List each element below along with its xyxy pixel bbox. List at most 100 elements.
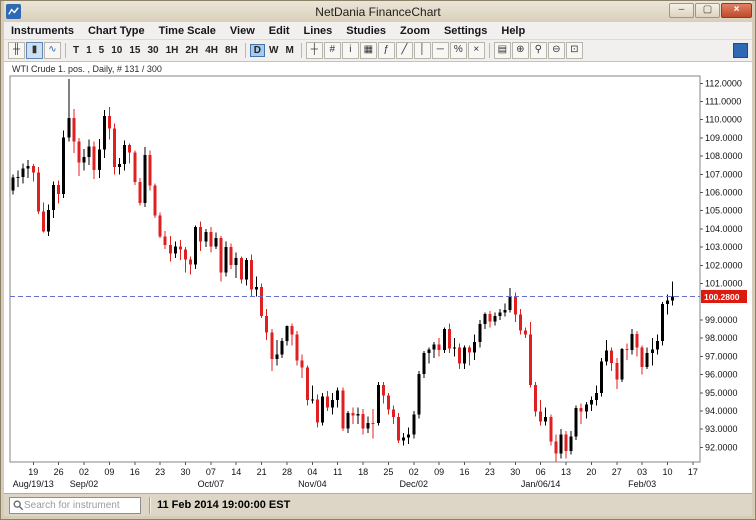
timeframe-1-button[interactable]: 1 — [83, 44, 95, 57]
candle-body — [585, 404, 588, 411]
candle-body — [661, 304, 664, 341]
vertical-line-icon[interactable]: │ — [414, 42, 431, 59]
y-axis-label: 98.0000 — [705, 333, 738, 343]
application-window: NetDania FinanceChart – ▢ × InstrumentsC… — [0, 0, 756, 520]
horizontal-line-icon[interactable]: ─ — [432, 42, 449, 59]
candle-body — [595, 393, 598, 400]
menu-studies[interactable]: Studies — [339, 24, 393, 38]
menu-help[interactable]: Help — [494, 24, 532, 38]
x-axis-month-label: Nov/04 — [298, 479, 327, 489]
y-axis-label: 95.0000 — [705, 388, 738, 398]
candle-body — [204, 232, 207, 242]
timeframe-8h-button[interactable]: 8H — [222, 44, 241, 57]
y-axis-label: 94.0000 — [705, 406, 738, 416]
menu-edit[interactable]: Edit — [262, 24, 297, 38]
candle-body — [453, 347, 456, 348]
menu-lines[interactable]: Lines — [297, 24, 340, 38]
candle-body — [159, 215, 162, 236]
candle-body — [671, 297, 674, 301]
print-icon[interactable]: ▤ — [494, 42, 511, 59]
candle-body — [220, 238, 223, 272]
panel-toggle-button[interactable] — [733, 43, 748, 58]
candle-body — [559, 434, 562, 453]
timeframe-30-button[interactable]: 30 — [144, 44, 161, 57]
grid-icon[interactable]: # — [324, 42, 341, 59]
fibonacci-icon[interactable]: % — [450, 42, 467, 59]
magnifier-icon[interactable]: ⚲ — [530, 42, 547, 59]
menu-zoom[interactable]: Zoom — [393, 24, 437, 38]
title-bar[interactable]: NetDania FinanceChart – ▢ × — [4, 1, 752, 22]
crosshair-icon[interactable]: ┼ — [306, 42, 323, 59]
zoom-out-icon[interactable]: ⊖ — [548, 42, 565, 59]
x-axis-day-label: 17 — [688, 467, 698, 477]
candle-body — [103, 116, 106, 149]
candle-body — [443, 329, 446, 350]
candle-body — [301, 361, 304, 368]
y-axis-label: 111.0000 — [705, 96, 741, 106]
menu-settings[interactable]: Settings — [437, 24, 494, 38]
trendline-icon[interactable]: ╱ — [396, 42, 413, 59]
candle-body — [123, 145, 126, 164]
candle-body — [42, 211, 45, 231]
candle-body — [641, 347, 644, 366]
x-axis-day-label: 07 — [206, 467, 216, 477]
period-w-button[interactable]: W — [266, 44, 281, 57]
menu-time-scale[interactable]: Time Scale — [152, 24, 223, 38]
timeframe-10-button[interactable]: 10 — [108, 44, 125, 57]
maximize-button[interactable]: ▢ — [695, 3, 720, 18]
candle-body — [57, 185, 60, 194]
x-axis-day-label: 27 — [612, 467, 622, 477]
candle-body — [422, 353, 425, 374]
candle-body — [72, 118, 75, 142]
timeframe-4h-button[interactable]: 4H — [202, 44, 221, 57]
delete-lines-icon[interactable]: × — [468, 42, 485, 59]
timeframe-5-button[interactable]: 5 — [96, 44, 108, 57]
chart-panel: 112.0000111.0000110.0000109.0000108.0000… — [4, 62, 752, 493]
candle-body — [417, 374, 420, 414]
search-input[interactable] — [24, 500, 137, 511]
candle-body — [514, 296, 517, 315]
candle-body — [321, 396, 324, 422]
candle-body — [357, 414, 360, 415]
candle-body — [93, 146, 96, 170]
menu-instruments[interactable]: Instruments — [4, 24, 81, 38]
x-axis-day-label: 13 — [561, 467, 571, 477]
zoom-in-icon[interactable]: ⊕ — [512, 42, 529, 59]
y-axis-label: 107.0000 — [705, 169, 743, 179]
info-icon[interactable]: i — [342, 42, 359, 59]
candle-body — [636, 334, 639, 347]
indicators-icon[interactable]: ƒ — [378, 42, 395, 59]
line-chart-icon[interactable]: ∿ — [44, 42, 61, 59]
period-d-button[interactable]: D — [250, 44, 265, 57]
close-button[interactable]: × — [721, 3, 752, 18]
x-axis-day-label: 03 — [637, 467, 647, 477]
candlestick-icon[interactable]: ▮ — [26, 42, 43, 59]
candle-body — [549, 417, 552, 441]
candle-body — [336, 390, 339, 400]
minimize-button[interactable]: – — [669, 3, 694, 18]
timeframe-1h-button[interactable]: 1H — [163, 44, 182, 57]
candle-body — [285, 326, 288, 341]
x-axis-day-label: 23 — [155, 467, 165, 477]
candle-body — [154, 185, 157, 215]
menu-view[interactable]: View — [223, 24, 262, 38]
menu-chart-type[interactable]: Chart Type — [81, 24, 152, 38]
candle-body — [478, 324, 481, 342]
chart-svg[interactable]: 112.0000111.0000110.0000109.0000108.0000… — [4, 62, 752, 493]
data-window-icon[interactable]: ▦ — [360, 42, 377, 59]
candle-body — [372, 423, 375, 424]
x-axis-day-label: 20 — [586, 467, 596, 477]
x-axis-month-label: Oct/07 — [198, 479, 225, 489]
candle-body — [128, 145, 131, 152]
zoom-reset-icon[interactable]: ⊡ — [566, 42, 583, 59]
timeframe-t-button[interactable]: T — [70, 44, 82, 57]
ohlc-bars-icon[interactable]: ╫ — [8, 42, 25, 59]
y-axis-label: 110.0000 — [705, 115, 742, 125]
instrument-search[interactable] — [9, 497, 141, 514]
timeframe-2h-button[interactable]: 2H — [182, 44, 201, 57]
timestamp: 11 Feb 2014 19:00:00 EST — [157, 499, 290, 511]
candle-body — [529, 335, 532, 385]
candle-body — [554, 441, 557, 453]
timeframe-15-button[interactable]: 15 — [126, 44, 143, 57]
period-m-button[interactable]: M — [282, 44, 296, 57]
